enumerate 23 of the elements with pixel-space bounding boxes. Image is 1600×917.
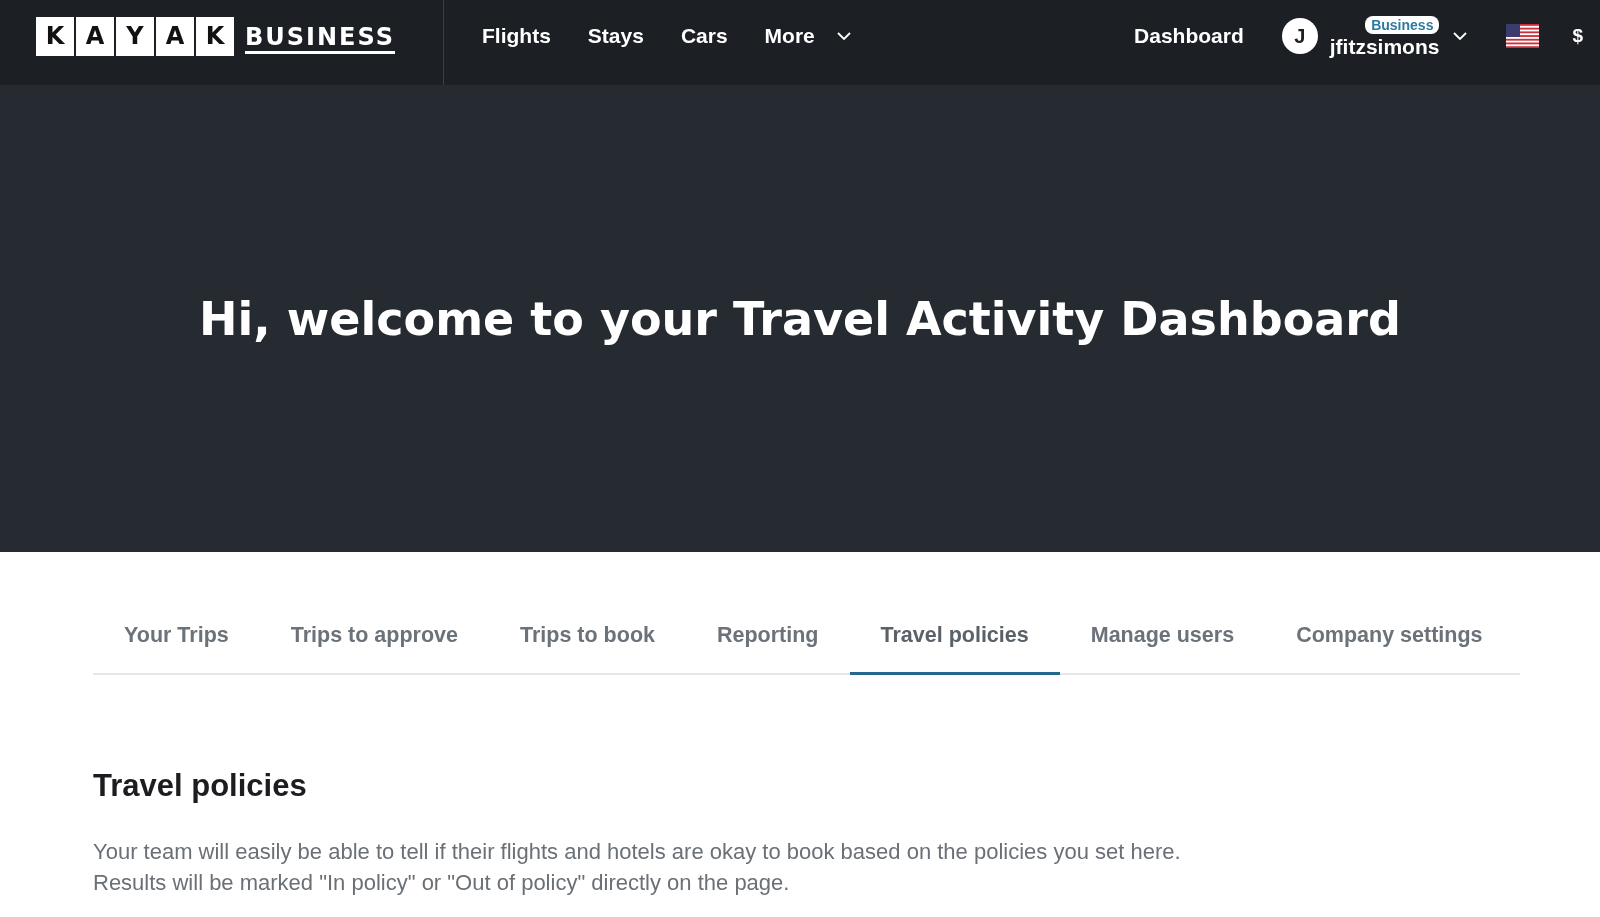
nav-link[interactable]: More bbox=[764, 24, 851, 48]
tab[interactable]: Reporting bbox=[686, 601, 850, 675]
tab[interactable]: Your Trips bbox=[93, 601, 260, 675]
nav-link[interactable]: Stays bbox=[587, 24, 644, 48]
tab[interactable]: Trips to book bbox=[489, 601, 686, 675]
tab[interactable]: Manage users bbox=[1059, 601, 1266, 675]
hero-title: Hi, welcome to your Travel Activity Dashboard bbox=[199, 290, 1401, 348]
nav-link[interactable]: Cars bbox=[680, 24, 728, 48]
dashboard-link[interactable]: Dashboard bbox=[1134, 24, 1244, 48]
tab[interactable]: Travel policies bbox=[849, 601, 1060, 675]
logo-link[interactable]: K A Y A K BUSINESS bbox=[36, 16, 395, 56]
tab[interactable]: Trips to approve bbox=[259, 601, 489, 675]
flag-icon[interactable] bbox=[1506, 24, 1540, 48]
description-text: Your team will easily be able to tell if their flights and hotels are okay to book based on the policies you set here. bbox=[93, 838, 1182, 866]
description-text: Results will be marked "In policy" or "Out of policy" directly on the page. bbox=[93, 869, 791, 897]
tab[interactable]: Company settings bbox=[1265, 601, 1514, 675]
currency-button[interactable]: $ bbox=[1572, 25, 1583, 47]
chevron-down-icon[interactable] bbox=[1453, 32, 1468, 40]
section-heading: Travel policies bbox=[93, 768, 308, 804]
nav-link[interactable]: Flights bbox=[482, 24, 551, 48]
user-avatar: J bbox=[1281, 18, 1318, 54]
account-type-badge: Business bbox=[1365, 15, 1440, 34]
username-link[interactable]: jfitzsimons bbox=[1329, 33, 1440, 59]
